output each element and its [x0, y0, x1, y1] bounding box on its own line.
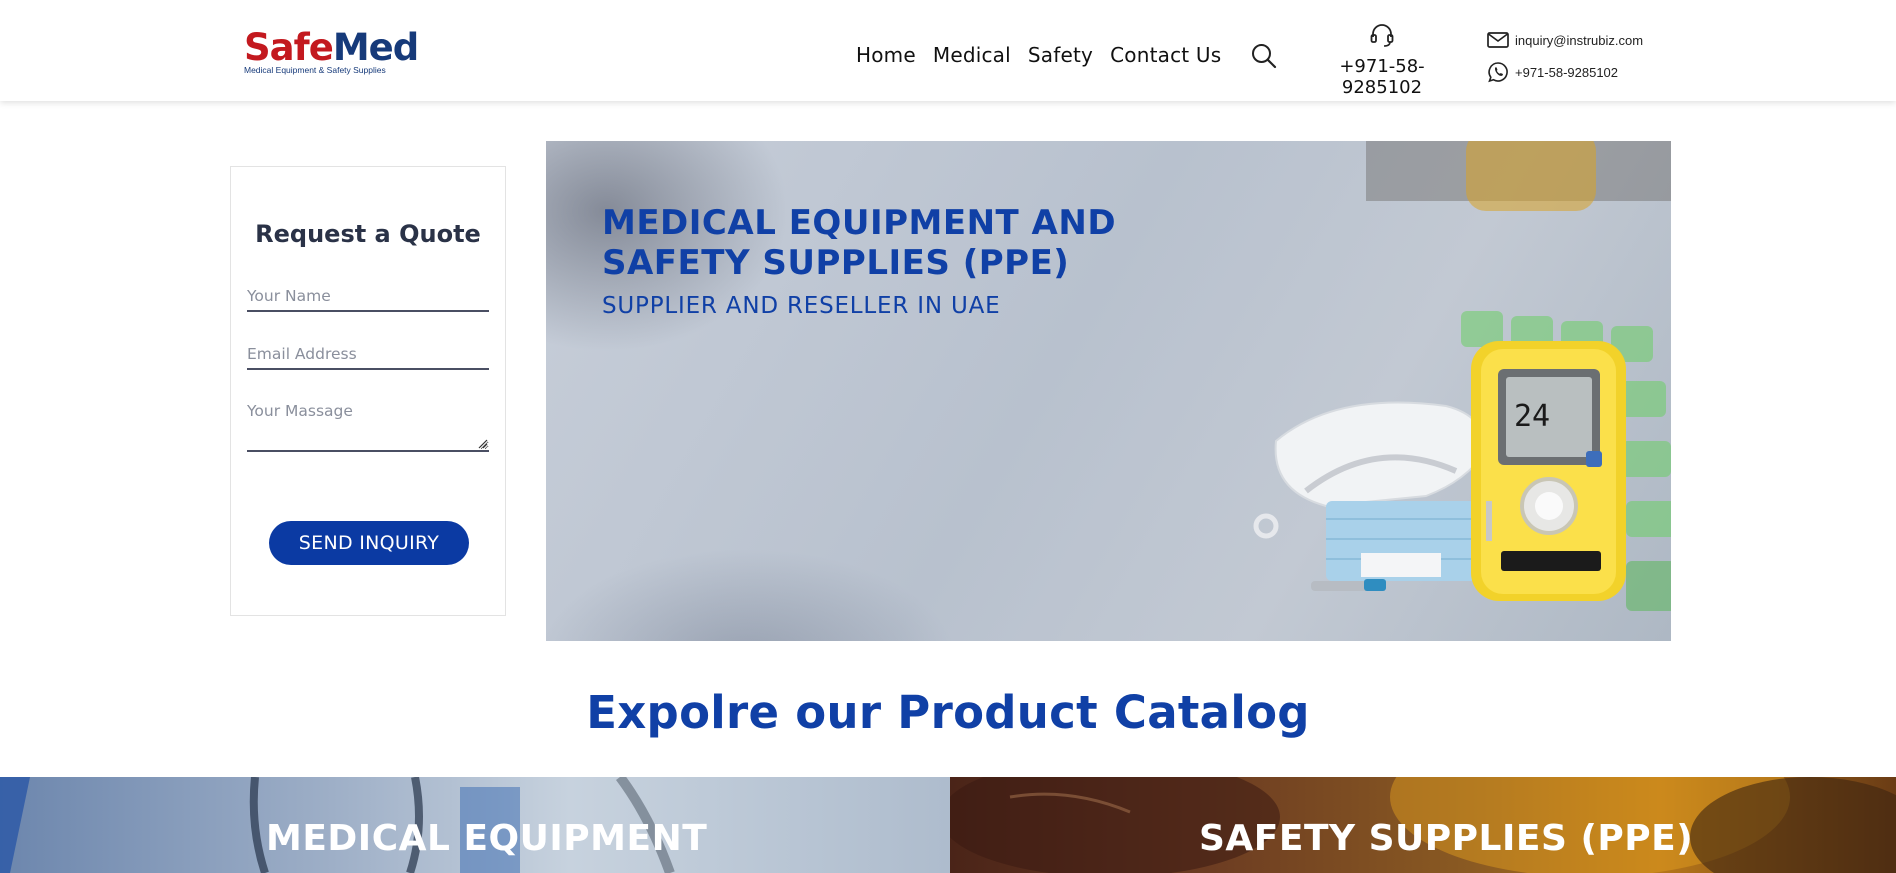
mail-icon: [1487, 32, 1509, 48]
nav-safety[interactable]: Safety: [1028, 43, 1093, 67]
name-input[interactable]: [247, 282, 489, 312]
detector-reading: 24: [1514, 399, 1550, 434]
catalog-title: Expolre our Product Catalog: [586, 686, 1310, 739]
quote-form-title: Request a Quote: [255, 220, 481, 248]
category-tile-medical[interactable]: MEDICAL EQUIPMENT: [0, 777, 950, 873]
site-header: SafeMed Medical Equipment & Safety Suppl…: [0, 0, 1896, 101]
whatsapp-link[interactable]: +971-58-9285102: [1487, 60, 1643, 84]
phone-number: +971-58-9285102: [1339, 56, 1425, 98]
quote-form: Request a Quote SEND INQUIRY: [230, 166, 506, 616]
contact-list: inquiry@instrubiz.com +971-58-9285102: [1487, 28, 1643, 92]
category-tile-ppe[interactable]: SAFETY SUPPLIES (PPE): [950, 777, 1896, 873]
call-block[interactable]: +971-58-9285102: [1306, 22, 1458, 98]
logo-part-med: Med: [332, 26, 419, 69]
email-link[interactable]: inquiry@instrubiz.com: [1487, 28, 1643, 52]
hero-title-line-1: MEDICAL EQUIPMENT AND: [602, 203, 1117, 243]
hero-banner: 24 MEDICAL EQUIPMENT AND SAFETY SUPPLIES…: [546, 141, 1671, 641]
nav-contact-us[interactable]: Contact Us: [1110, 43, 1221, 67]
nav-medical[interactable]: Medical: [933, 43, 1011, 67]
medical-tile-label: MEDICAL EQUIPMENT: [266, 818, 708, 859]
hero-title: MEDICAL EQUIPMENT AND SAFETY SUPPLIES (P…: [602, 203, 1162, 283]
email-address: inquiry@instrubiz.com: [1515, 32, 1644, 48]
email-input[interactable]: [247, 340, 489, 370]
headset-icon: [1370, 24, 1394, 47]
message-textarea[interactable]: [247, 398, 489, 452]
hero-title-line-2: SAFETY SUPPLIES (PPE): [602, 243, 1070, 283]
whatsapp-icon: [1488, 62, 1508, 83]
whatsapp-number: +971-58-9285102: [1515, 64, 1619, 80]
hero-subtitle: SUPPLIER AND RESELLER IN UAE: [602, 293, 1001, 319]
logo-part-safe: Safe: [244, 26, 334, 69]
search-icon: [1252, 44, 1277, 69]
ppe-tile-label: SAFETY SUPPLIES (PPE): [1199, 818, 1694, 859]
main-nav: Home Medical Safety Contact Us: [856, 43, 1221, 67]
site-logo[interactable]: SafeMed Medical Equipment & Safety Suppl…: [244, 26, 419, 76]
resize-handle-icon[interactable]: [478, 439, 488, 449]
send-inquiry-button[interactable]: SEND INQUIRY: [269, 521, 469, 565]
logo-wordmark: SafeMed: [244, 26, 419, 69]
search-button[interactable]: [1250, 42, 1278, 70]
nav-home[interactable]: Home: [856, 43, 916, 67]
